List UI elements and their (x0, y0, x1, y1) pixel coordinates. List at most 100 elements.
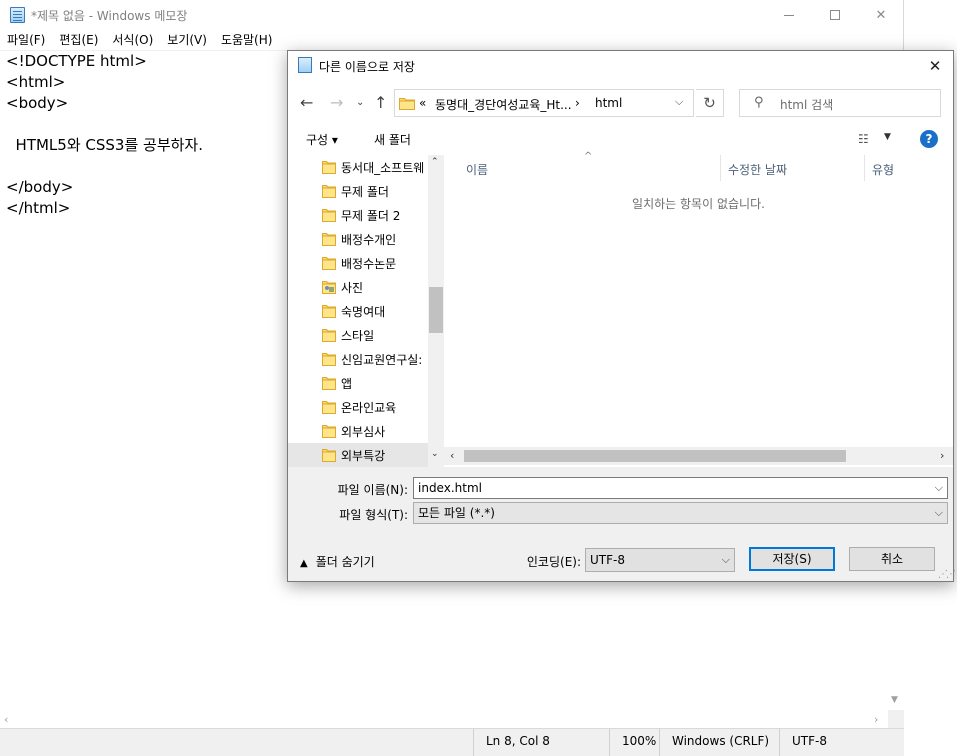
scrollbar-thumb[interactable] (429, 287, 443, 333)
column-header-name[interactable]: 이름 (458, 159, 720, 181)
tree-item[interactable]: 동서대_소프트웨 (288, 155, 428, 179)
scroll-down-icon[interactable]: ▼ (891, 695, 898, 705)
menu-edit[interactable]: 편집(E) (52, 30, 105, 50)
tree-item-label: 스타일 (341, 329, 375, 343)
folder-icon (322, 328, 336, 345)
file-list-pane: 이름 ^ 수정한 날짜 유형 일치하는 항목이 없습니다. ‹ › (444, 151, 953, 467)
tree-item-label: 사진 (341, 281, 364, 295)
scroll-left-icon[interactable]: ‹ (450, 449, 454, 462)
navigation-pane-scrollbar[interactable]: ⌃ ⌄ (428, 155, 444, 467)
forward-arrow-icon[interactable]: → (330, 93, 343, 112)
status-bar: Ln 8, Col 8 100% Windows (CRLF) UTF-8 (0, 728, 904, 756)
folder-icon (322, 256, 336, 273)
close-icon: ✕ (875, 7, 887, 23)
folder-icon (322, 448, 336, 465)
breadcrumb-current[interactable]: html (595, 96, 622, 110)
folder-icon (399, 96, 415, 113)
address-bar[interactable]: « 동명대_경단여성교육_Ht... › html ⌵ (394, 89, 694, 117)
menu-help[interactable]: 도움말(H) (214, 30, 280, 50)
organize-button[interactable]: 구성 ▾ (306, 131, 338, 148)
status-zoom: 100% (609, 729, 659, 756)
scroll-left-icon[interactable]: ‹ (4, 713, 8, 726)
scroll-up-icon[interactable]: ⌃ (431, 157, 439, 167)
status-position: Ln 8, Col 8 (473, 729, 607, 756)
back-arrow-icon[interactable]: ← (300, 93, 313, 112)
tree-item-label: 외부특강 (341, 449, 386, 463)
tree-item-label: 동서대_소프트웨 (341, 161, 425, 175)
chevron-down-icon[interactable]: ⌵ (935, 478, 943, 498)
tree-item[interactable]: 외부심사 (288, 419, 428, 443)
tree-item[interactable]: 스타일 (288, 323, 428, 347)
maximize-button[interactable] (812, 0, 858, 30)
editor-line: </body> (6, 178, 74, 196)
status-encoding: UTF-8 (779, 729, 889, 756)
search-icon: ⚲ (754, 95, 764, 110)
notepad-title: *제목 없음 - Windows 메모장 (31, 9, 188, 23)
tree-item[interactable]: 신임교원연구실: (288, 347, 428, 371)
scroll-right-icon[interactable]: › (940, 449, 944, 462)
hide-folders-button[interactable]: ▲ 폴더 숨기기 (300, 553, 375, 570)
tree-item[interactable]: 무제 폴더 (288, 179, 428, 203)
dialog-close-button[interactable]: ✕ (917, 51, 953, 81)
scrollbar-thumb[interactable] (464, 450, 846, 462)
search-placeholder: html 검색 (780, 98, 834, 112)
empty-message: 일치하는 항목이 없습니다. (632, 197, 765, 211)
search-box[interactable]: ⚲ html 검색 (739, 89, 941, 117)
tree-item[interactable]: 배정수논문 (288, 251, 428, 275)
column-header-type[interactable]: 유형 (864, 159, 924, 181)
tree-item[interactable]: 온라인교육 (288, 395, 428, 419)
folder-icon (322, 184, 336, 201)
tree-item[interactable]: 앱 (288, 371, 428, 395)
help-icon[interactable]: ? (920, 130, 938, 148)
folder-icon (322, 352, 336, 369)
navigation-pane: 동서대_소프트웨 무제 폴더 무제 폴더 2 배정수개인 배정수논문 사진 숙명… (288, 155, 428, 467)
file-list-horizontal-scrollbar[interactable]: ‹ › (444, 447, 953, 465)
refresh-button[interactable]: ↻ (696, 89, 724, 117)
menu-format[interactable]: 서식(O) (105, 30, 160, 50)
tree-item[interactable]: 사진 (288, 275, 428, 299)
tree-item-label: 무제 폴더 2 (341, 209, 401, 223)
breadcrumb-overflow[interactable]: « (419, 96, 426, 110)
new-folder-button[interactable]: 새 폴더 (374, 131, 411, 148)
menu-file[interactable]: 파일(F) (0, 30, 52, 50)
dialog-title: 다른 이름으로 저장 (319, 60, 415, 74)
recent-locations-chevron-icon[interactable]: ⌄ (356, 97, 364, 108)
resize-grip-icon[interactable]: ⋰⋰ (938, 569, 956, 580)
close-icon: ✕ (928, 57, 942, 75)
tree-item[interactable]: 숙명여대 (288, 299, 428, 323)
chevron-down-icon: ⌵ (934, 506, 943, 519)
folder-icon (322, 232, 336, 249)
view-options-icon[interactable]: ☷ (858, 132, 869, 146)
notepad-title-bar[interactable]: *제목 없음 - Windows 메모장 ✕ (0, 0, 904, 30)
close-button[interactable]: ✕ (858, 0, 904, 30)
tree-item[interactable]: 배정수개인 (288, 227, 428, 251)
menu-view[interactable]: 보기(V) (160, 30, 214, 50)
dialog-title-bar[interactable]: 다른 이름으로 저장 ✕ (288, 51, 953, 81)
folder-icon (322, 208, 336, 225)
up-arrow-icon[interactable]: ↑ (374, 93, 387, 112)
filename-label: 파일 이름(N): (337, 483, 408, 497)
filename-input[interactable]: index.html ⌵ (413, 477, 948, 499)
editor-horizontal-scrollbar[interactable]: ‹ › (0, 710, 888, 728)
view-dropdown-icon[interactable]: ▼ (884, 132, 891, 142)
encoding-select[interactable]: UTF-8 ⌵ (585, 548, 735, 572)
column-header-date[interactable]: 수정한 날짜 (720, 159, 864, 181)
cancel-button[interactable]: 취소 (849, 547, 935, 571)
minimize-button[interactable] (766, 0, 812, 30)
scroll-right-icon[interactable]: › (874, 713, 878, 726)
breadcrumb-parent[interactable]: 동명대_경단여성교육_Ht... (435, 96, 572, 113)
tree-item[interactable]: 무제 폴더 2 (288, 203, 428, 227)
folder-icon (322, 304, 336, 321)
tree-item-label: 숙명여대 (341, 305, 386, 319)
tree-item-label: 온라인교육 (341, 401, 397, 415)
editor-line: <body> (6, 94, 69, 112)
encoding-label: 인코딩(E): (526, 555, 581, 569)
chevron-up-icon: ▲ (300, 558, 308, 569)
folder-icon (322, 424, 336, 441)
chevron-down-icon[interactable]: ⌵ (675, 95, 683, 109)
filetype-select[interactable]: 모든 파일 (*.*) ⌵ (413, 502, 948, 524)
tree-item-selected[interactable]: 외부특강 (288, 443, 428, 467)
scroll-down-icon[interactable]: ⌄ (431, 449, 439, 459)
save-button[interactable]: 저장(S) (749, 547, 835, 571)
minimize-icon (784, 14, 794, 16)
